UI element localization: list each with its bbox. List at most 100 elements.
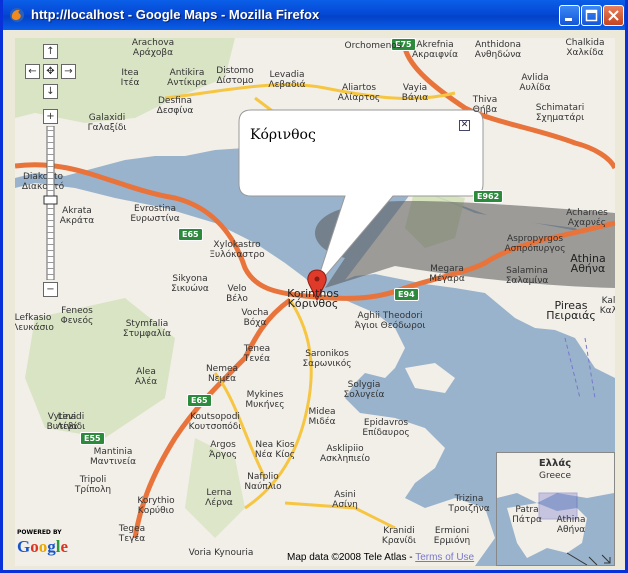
zoom-tick: [47, 274, 54, 275]
place-label-greek: Αυλίδα: [519, 83, 551, 93]
place-label: Chalkida Χαλκίδα: [566, 38, 605, 58]
place-label-latin: Orchomenos: [344, 41, 402, 51]
place-label-greek: Σολυγεία: [343, 390, 385, 400]
place-label: Salamina Σαλαμίνα: [506, 266, 549, 286]
place-label-greek: Ιτέα: [120, 78, 140, 88]
place-label-greek: Τροιζήνα: [448, 504, 490, 514]
place-label: Tegea Τεγέα: [119, 524, 146, 544]
place-label-greek: Δίστομο: [216, 76, 254, 86]
maximize-button[interactable]: [581, 5, 602, 26]
place-label: Alea Αλέα: [135, 367, 157, 387]
place-label-latin: Tripoli: [79, 475, 107, 485]
place-label: Argos Άργος: [209, 440, 237, 460]
place-label-latin: Megara: [430, 264, 464, 274]
place-label-latin: Xylokastro: [213, 240, 261, 250]
place-label-greek: Αλέα: [134, 377, 158, 387]
place-label-greek: Άγιοι Θεόδωροι: [354, 321, 426, 331]
place-label-latin: Akrata: [62, 206, 92, 216]
map-canvas[interactable]: E75 E962 E65 E94 E65 E55 Arachova Αράχοβα…: [15, 38, 615, 566]
pan-left-button[interactable]: ←: [25, 64, 40, 79]
terms-of-use-link[interactable]: Terms of Use: [415, 552, 474, 563]
place-label-latin: Saronikos: [305, 349, 349, 359]
place-label-greek: Νέα Κίος: [254, 450, 296, 460]
zoom-tick: [47, 172, 54, 173]
place-label-greek: Νεμέα: [207, 374, 237, 384]
place-label: Arachova Αράχοβα: [132, 38, 174, 58]
place-label-latin: Levadia: [269, 70, 305, 80]
place-label-greek: Αχαρνές: [567, 218, 607, 228]
place-label-latin: Lefkasio: [15, 313, 52, 323]
place-label-greek: Ευρωστίνα: [130, 214, 180, 224]
google-logo[interactable]: Google: [17, 537, 68, 557]
pan-center-button[interactable]: ✥: [43, 64, 58, 79]
place-label-latin: Trizina: [454, 494, 484, 504]
zoom-slider-handle[interactable]: [43, 195, 58, 205]
place-label: Aghii Theodori Άγιοι Θεόδωροι: [355, 311, 426, 331]
place-label-latin: Ermioni: [434, 526, 470, 536]
place-label-greek: Επίδαυρος: [362, 428, 410, 438]
place-label: Mykines Μυκήνες: [245, 390, 284, 410]
route-shield: E65: [178, 228, 203, 241]
zoom-tick: [47, 148, 54, 149]
zoom-tick: [47, 190, 54, 191]
overview-toggle-icon[interactable]: [600, 553, 612, 565]
place-label-greek: Μιδέα: [308, 417, 336, 427]
overview-map[interactable]: Ελλάς Greece Patra Πάτρα Athina Αθήνα: [496, 452, 615, 566]
place-label: Levidi Λεβίδι: [57, 412, 85, 432]
place-label: Velo Βέλο: [226, 284, 248, 304]
place-label: Megara Μέγαρα: [429, 264, 465, 284]
place-label-latin: Asklipiio: [326, 444, 364, 454]
pan-up-button[interactable]: ↑: [43, 44, 58, 59]
zoom-out-button[interactable]: −: [43, 282, 58, 297]
overview-city-patra-gr: Πάτρα: [512, 515, 542, 525]
info-window-close-button[interactable]: ✕: [459, 120, 470, 131]
place-label-greek: Ασκληπιείο: [319, 454, 371, 464]
place-label-greek: Κρανίδι: [381, 536, 417, 546]
place-label-greek: Ερμιόνη: [433, 536, 471, 546]
place-label-greek: Σχηματάρι: [535, 113, 585, 123]
route-shield: E65: [187, 394, 212, 407]
place-label-latin: Tenea: [243, 344, 271, 354]
place-label-greek: Μαντινεία: [89, 457, 137, 467]
pan-down-button[interactable]: ↓: [43, 84, 58, 99]
place-label-greek: Στυμφαλία: [122, 329, 172, 339]
title-bar[interactable]: http://localhost - Google Maps - Mozilla…: [3, 0, 625, 30]
place-label: Solygia Σολυγεία: [344, 380, 385, 400]
place-label-greek: Φενεός: [60, 316, 94, 326]
place-label: Xylokastro Ξυλόκαστρο: [209, 240, 264, 260]
place-label: Korythio Κορύθιο: [137, 496, 174, 516]
place-label-latin: Nemea: [205, 364, 239, 374]
place-label-greek: Μυκήνες: [245, 400, 285, 410]
minimize-button[interactable]: [559, 5, 580, 26]
zoom-in-button[interactable]: +: [43, 109, 58, 124]
place-label-greek: Γαλαξίδι: [87, 123, 127, 133]
zoom-tick: [47, 232, 54, 233]
zoom-tick: [47, 136, 54, 137]
place-label: Lefkasio Λευκάσιο: [15, 313, 54, 333]
pan-right-button[interactable]: →: [61, 64, 76, 79]
zoom-tick: [47, 238, 54, 239]
place-label-latin: Midea: [308, 407, 336, 417]
place-label: Sikyona Σικυώνα: [171, 274, 209, 294]
place-label: Levadia Λεβαδιά: [268, 70, 305, 90]
place-label: Pireas Πειραιάς: [546, 300, 596, 321]
window-title: http://localhost - Google Maps - Mozilla…: [31, 7, 320, 22]
place-label: Vayia Βάγια: [402, 83, 428, 103]
info-window-text: Κόρινθος: [250, 127, 316, 143]
map-copyright: Map data ©2008 Tele Atlas - Terms of Use: [287, 552, 475, 563]
place-label-greek: Κορύθιο: [137, 506, 175, 516]
place-label: Feneos Φενεός: [61, 306, 94, 326]
zoom-tick: [47, 130, 54, 131]
place-label: Stymfalia Στυμφαλία: [123, 319, 171, 339]
close-icon: [608, 10, 619, 21]
zoom-tick: [47, 214, 54, 215]
place-label-greek: Μέγαρα: [429, 274, 465, 284]
zoom-tick: [47, 268, 54, 269]
place-label: Thiva Θήβα: [473, 95, 498, 115]
place-label-greek: Σικυώνα: [171, 284, 209, 294]
place-label-greek: Άργος: [208, 450, 238, 460]
place-label: Avlida Αυλίδα: [519, 73, 550, 93]
zoom-slider[interactable]: [43, 126, 58, 280]
close-window-button[interactable]: [603, 5, 624, 26]
place-label-latin: Thiva: [472, 95, 498, 105]
